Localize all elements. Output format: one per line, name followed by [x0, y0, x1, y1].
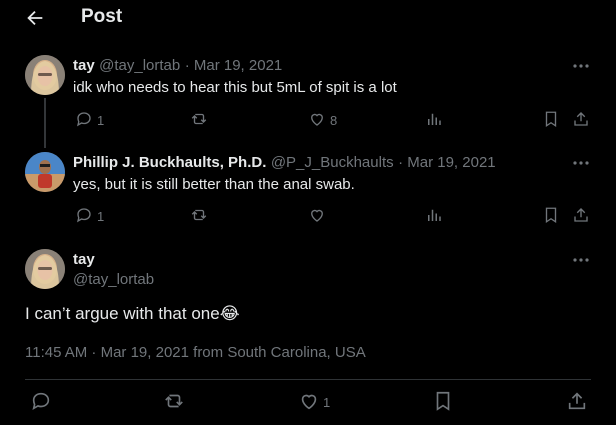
views-button[interactable]	[425, 206, 443, 226]
heart-icon	[308, 206, 326, 227]
analytics-icon	[425, 206, 443, 227]
author-name[interactable]: Phillip J. Buckhaults, Ph.D.	[73, 154, 266, 171]
bookmark-button[interactable]	[542, 206, 560, 226]
reply-button[interactable]: 1	[75, 110, 104, 130]
author-name[interactable]: tay	[73, 251, 95, 268]
bookmark-button[interactable]	[542, 110, 560, 130]
reply-button[interactable]	[30, 392, 52, 412]
reply-bubble-icon	[75, 206, 93, 227]
author-handle[interactable]: @tay_lortab	[99, 57, 180, 74]
heart-icon	[308, 110, 326, 131]
emoji-laughing: 😂	[219, 304, 240, 323]
more-dots-icon[interactable]	[571, 250, 591, 270]
avatar[interactable]	[25, 55, 65, 95]
reply-bubble-icon	[75, 110, 93, 131]
post-text: idk who needs to hear this but 5mL of sp…	[73, 79, 397, 96]
divider	[25, 379, 591, 380]
post-text: I can’t argue with that one	[25, 304, 220, 323]
like-button[interactable]: 1	[298, 392, 330, 412]
post-meta: 11:45 AM · Mar 19, 2021 from South Carol…	[25, 344, 366, 361]
reply-count: 1	[97, 112, 105, 128]
share-button[interactable]	[572, 110, 590, 130]
share-button[interactable]	[572, 206, 590, 226]
page-title: Post	[81, 6, 123, 27]
thread-connector	[44, 98, 46, 148]
more-dots-icon[interactable]	[571, 153, 591, 173]
repost-icon	[190, 110, 208, 131]
share-icon	[572, 110, 590, 131]
heart-icon	[298, 390, 320, 415]
avatar[interactable]	[25, 152, 65, 192]
author-handle[interactable]: @tay_lortab	[73, 271, 154, 288]
repost-button[interactable]	[190, 110, 208, 130]
repost-button[interactable]	[163, 392, 185, 412]
post-text: yes, but it is still better than the ana…	[73, 176, 355, 193]
bookmark-icon	[542, 206, 560, 227]
like-count: 8	[330, 112, 338, 128]
analytics-icon	[425, 110, 443, 131]
back-arrow-icon[interactable]	[24, 7, 46, 29]
tweet-header: Phillip J. Buckhaults, Ph.D. @P_J_Buckha…	[73, 154, 496, 172]
avatar[interactable]	[25, 249, 65, 289]
bookmark-icon	[542, 110, 560, 131]
tweet-header: tay @tay_lortab · Mar 19, 2021	[73, 57, 282, 75]
reply-bubble-icon	[30, 390, 52, 415]
main-post-body: I can’t argue with that one😂	[25, 304, 240, 324]
more-dots-icon[interactable]	[571, 56, 591, 76]
like-button[interactable]	[308, 206, 326, 226]
author-name[interactable]: tay	[73, 57, 95, 74]
like-count: 1	[323, 394, 331, 410]
share-button[interactable]	[566, 390, 588, 415]
reply-button[interactable]: 1	[75, 206, 104, 226]
share-icon	[572, 206, 590, 227]
bookmark-icon	[432, 390, 454, 415]
bookmark-button[interactable]	[432, 390, 454, 415]
share-icon	[566, 390, 588, 415]
repost-icon	[190, 206, 208, 227]
repost-icon	[163, 390, 185, 415]
like-button[interactable]: 8	[308, 110, 337, 130]
post-date[interactable]: · Mar 19, 2021	[185, 57, 283, 74]
reply-count: 1	[97, 208, 105, 224]
author-handle[interactable]: @P_J_Buckhaults	[271, 154, 394, 171]
post-date[interactable]: · Mar 19, 2021	[398, 154, 496, 171]
views-button[interactable]	[425, 110, 443, 130]
repost-button[interactable]	[190, 206, 208, 226]
